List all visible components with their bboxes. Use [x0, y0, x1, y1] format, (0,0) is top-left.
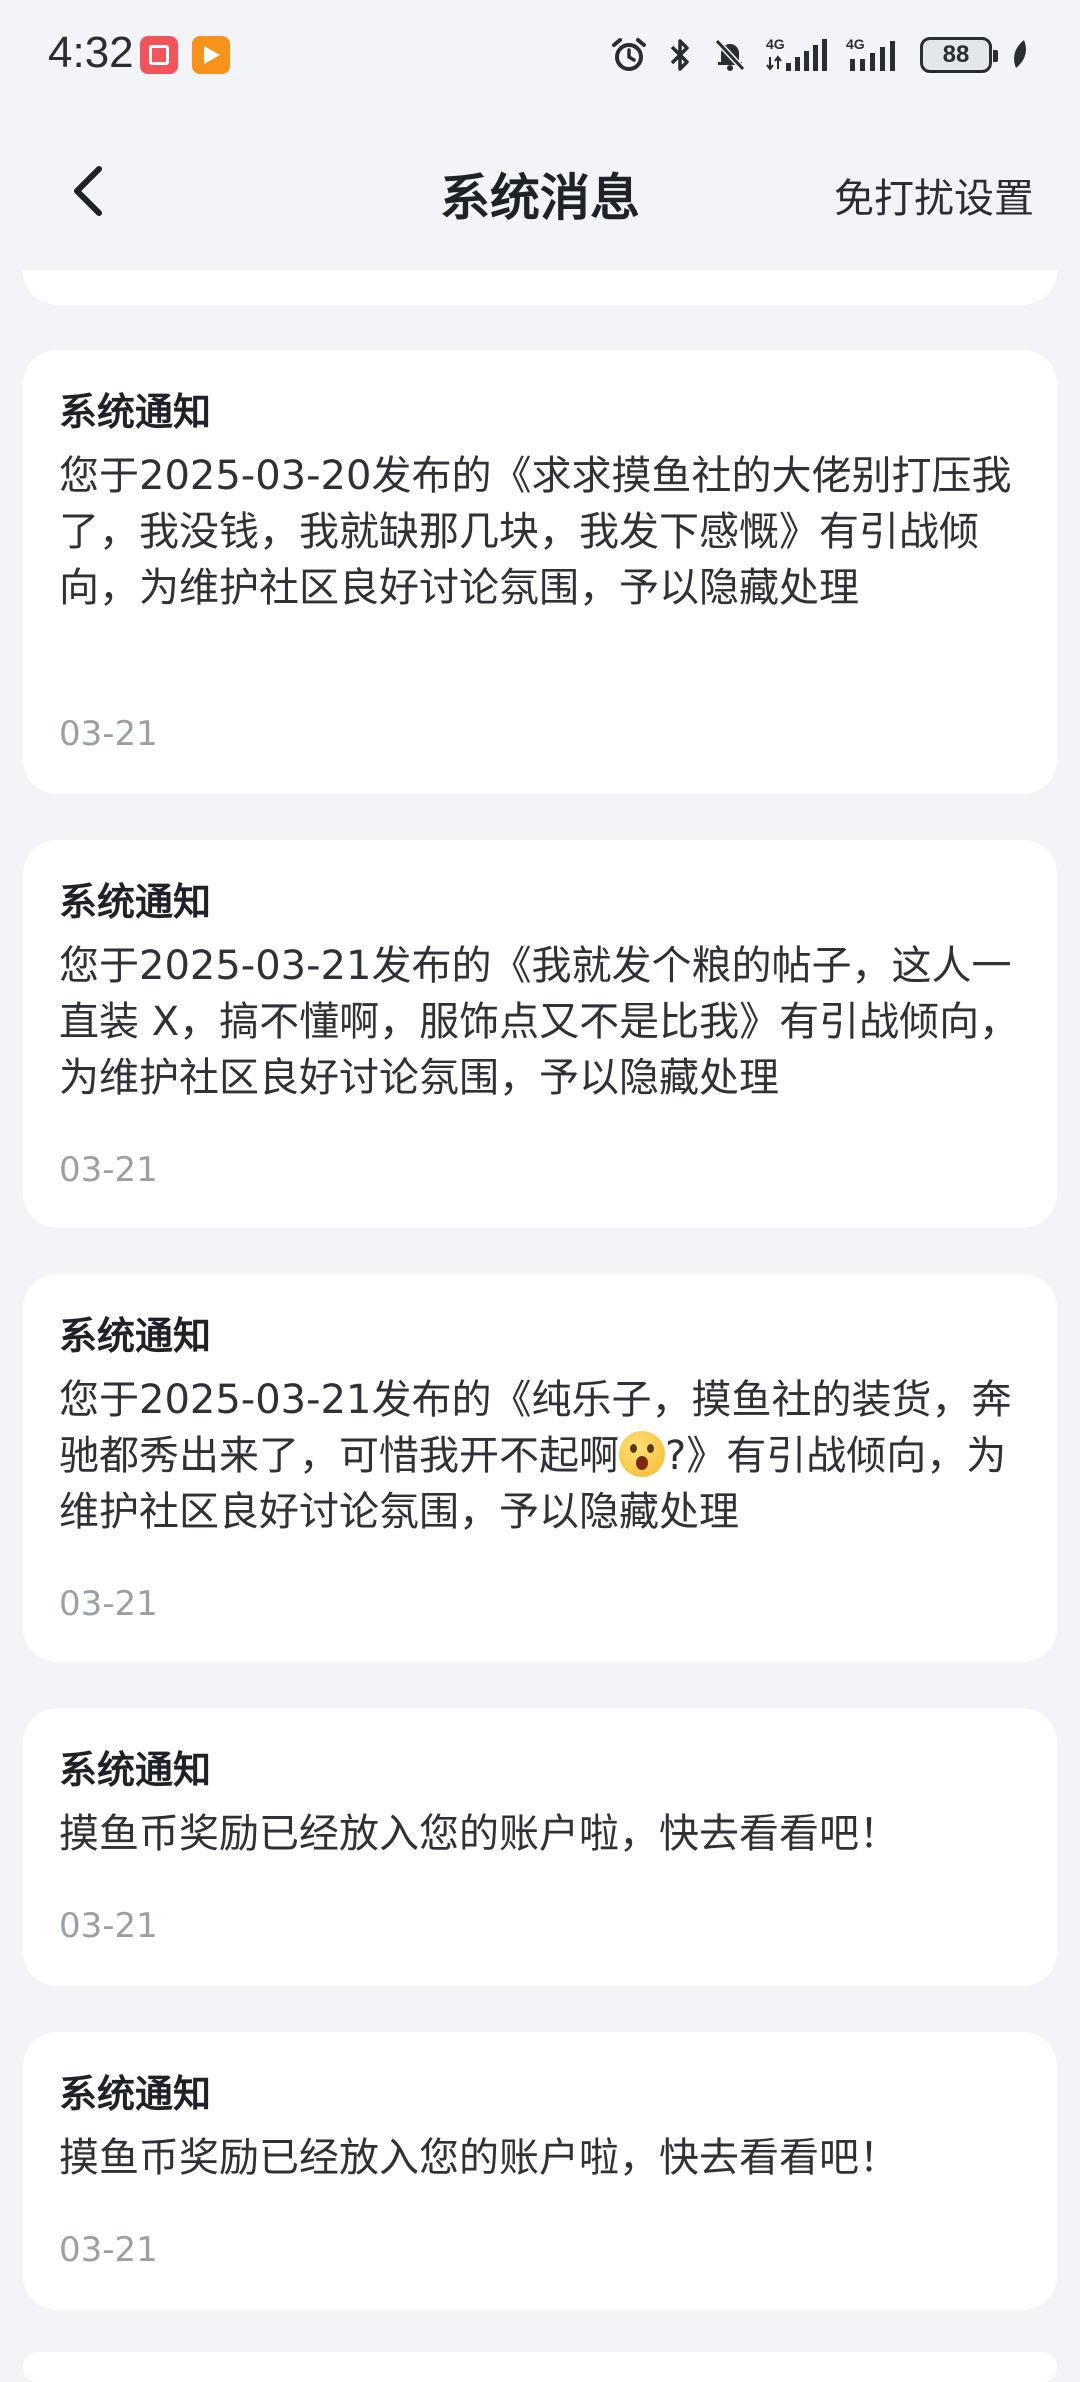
status-indicators: 4G 4G 88 [610, 30, 1030, 80]
notification-title: 系统通知 [59, 390, 212, 434]
signal-4g-icon: 4G [766, 35, 828, 75]
notification-card[interactable]: 系统通知 摸鱼币奖励已经放入您的账户啦，快去看看吧！ 03-21 [23, 2032, 1057, 2310]
notification-title: 系统通知 [59, 2072, 212, 2116]
svg-text:4G: 4G [846, 36, 865, 52]
notification-card[interactable]: 系统通知 您于2025-03-21发布的《纯乐子，摸鱼社的装货，奔驰都秀出来了，… [23, 1274, 1057, 1662]
alarm-icon [610, 36, 648, 74]
status-time: 4:32 [48, 28, 134, 77]
video-app-notification-icon [192, 36, 230, 74]
signal-4g-icon-2: 4G [846, 35, 902, 75]
notification-body: 您于2025-03-21发布的《纯乐子，摸鱼社的装货，奔驰都秀出来了，可惜我开不… [59, 1372, 1021, 1540]
notification-date: 03-21 [59, 714, 158, 754]
notification-card[interactable]: 系统通知 摸鱼币奖励已经放入您的账户啦，快去看看吧！ 03-21 [23, 1708, 1057, 1986]
notification-title: 系统通知 [59, 1314, 212, 1358]
notification-date: 03-21 [59, 1906, 158, 1946]
bluetooth-icon [666, 36, 694, 74]
mute-bell-icon [712, 36, 748, 74]
notification-title: 系统通知 [59, 1748, 212, 1792]
top-nav-bar: 系统消息 免打扰设置 [0, 112, 1080, 270]
svg-text:4G: 4G [766, 36, 785, 52]
battery-indicator: 88 [920, 37, 998, 73]
next-notification-card[interactable] [23, 2352, 1057, 2382]
notification-body: 您于2025-03-20发布的《求求摸鱼社的大佬别打压我了，我没钱，我就缺那几块… [59, 453, 1012, 611]
previous-notification-card[interactable] [23, 270, 1057, 305]
notification-card[interactable]: 系统通知 您于2025-03-21发布的《我就发个粮的帖子，这人一直装 X，搞不… [23, 840, 1057, 1228]
notification-title: 系统通知 [59, 880, 212, 924]
astonished-face-emoji-icon [619, 1431, 665, 1477]
notification-card[interactable]: 系统通知 您于2025-03-20发布的《求求摸鱼社的大佬别打压我了，我没钱，我… [23, 350, 1057, 794]
notification-body: 您于2025-03-21发布的《我就发个粮的帖子，这人一直装 X，搞不懂啊，服饰… [59, 943, 1020, 1101]
notification-body: 摸鱼币奖励已经放入您的账户啦，快去看看吧！ [59, 2135, 899, 2181]
notification-date: 03-21 [59, 2230, 158, 2270]
notification-date: 03-21 [59, 1150, 158, 1190]
status-bar: 4:32 4G 4G 88 [0, 0, 1080, 112]
do-not-disturb-settings-button[interactable]: 免打扰设置 [834, 166, 1034, 224]
eco-leaf-icon [1010, 38, 1030, 72]
notification-date: 03-21 [59, 1584, 158, 1624]
app-notification-icon [140, 36, 178, 74]
notification-body: 摸鱼币奖励已经放入您的账户啦，快去看看吧！ [59, 1811, 899, 1857]
